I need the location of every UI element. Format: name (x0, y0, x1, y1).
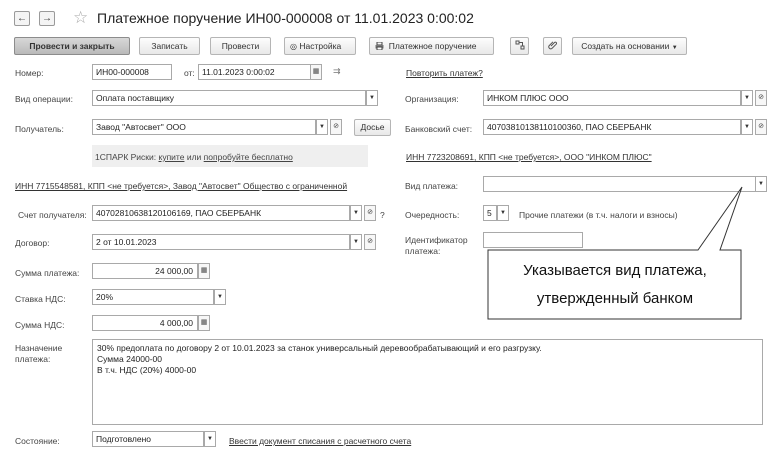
callout-line-1: Указывается вид платежа, (523, 262, 707, 279)
callout-shape (487, 186, 743, 320)
callout-line-2: утвержденный банком (536, 290, 694, 307)
